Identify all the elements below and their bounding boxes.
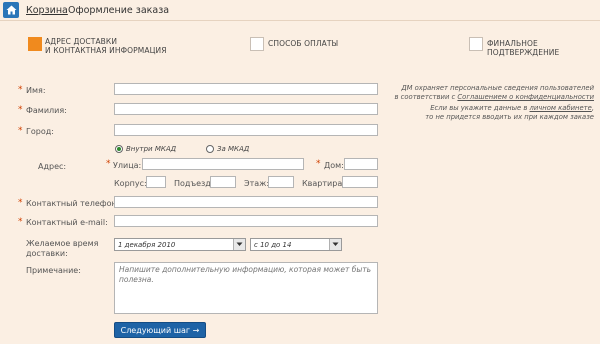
surname-label: Фамилия: (26, 106, 67, 115)
phone-label: Контактный телефон: (26, 199, 120, 208)
required-mark: * (106, 159, 111, 169)
cabinet-note-line1: Если вы укажите данные в личном кабинете… (384, 104, 594, 113)
step-1-line1: АДРЕС ДОСТАВКИ (45, 37, 118, 46)
floor-label: Этаж: (244, 179, 270, 188)
cabinet-note: Если вы укажите данные в личном кабинете… (384, 104, 594, 122)
cabinet-note-text: Если вы укажите данные в (430, 104, 530, 112)
entrance-label: Подъезд: (174, 179, 214, 188)
step-1-line2: И КОНТАКТНАЯ ИНФОРМАЦИЯ (45, 46, 167, 55)
privacy-note-line2: в соответствии с Соглашением о конфиденц… (384, 93, 595, 102)
privacy-agreement-link[interactable]: Соглашением о конфиденциальности (457, 93, 594, 101)
building-label: Корпус: (114, 179, 147, 188)
time-select-value: с 10 до 14 (254, 241, 292, 249)
privacy-note-line1: ДМ охраняет персональные сведения пользо… (401, 84, 594, 92)
house-input[interactable] (344, 158, 378, 170)
city-input[interactable] (114, 124, 378, 136)
city-label: Город: (26, 127, 54, 136)
step-2-indicator (250, 37, 264, 51)
outside-mkad-label: За МКАД (217, 145, 250, 153)
date-select[interactable]: 1 декабря 2010 (114, 238, 246, 251)
time-label-line2: доставки: (26, 249, 68, 258)
time-label-line1: Желаемое время (26, 239, 99, 248)
email-input[interactable] (114, 215, 378, 227)
house-label: Дом: (324, 161, 344, 170)
building-input[interactable] (146, 176, 166, 188)
name-input[interactable] (114, 83, 378, 95)
cabinet-note-comma: , (591, 104, 594, 112)
comment-textarea[interactable] (114, 262, 378, 314)
chevron-down-icon (233, 239, 245, 250)
step-2-label: СПОСОБ ОПЛАТЫ (268, 39, 339, 48)
required-mark: * (18, 105, 23, 115)
date-select-value: 1 декабря 2010 (118, 241, 176, 249)
privacy-note: ДМ охраняет персональные сведения пользо… (384, 84, 595, 102)
step-3-indicator (469, 37, 483, 51)
chevron-down-icon (329, 239, 341, 250)
breadcrumb-cart-link[interactable]: Корзина (26, 5, 68, 16)
entrance-input[interactable] (210, 176, 236, 188)
radio-inside-mkad[interactable] (115, 145, 123, 153)
home-button[interactable] (3, 2, 19, 18)
phone-input[interactable] (114, 196, 378, 208)
breadcrumb-current: Оформление заказа (68, 5, 170, 16)
name-label: Имя: (26, 86, 46, 95)
required-mark: * (316, 159, 321, 169)
required-mark: * (18, 217, 23, 227)
required-mark: * (18, 85, 23, 95)
street-label: Улица: (113, 161, 142, 170)
surname-input[interactable] (114, 103, 378, 115)
time-select[interactable]: с 10 до 14 (250, 238, 342, 251)
cabinet-note-line2: то не придется вводить их при каждом зак… (425, 113, 594, 121)
header-divider (0, 20, 600, 21)
floor-input[interactable] (268, 176, 294, 188)
step-1-label: АДРЕС ДОСТАВКИ И КОНТАКТНАЯ ИНФОРМАЦИЯ (45, 37, 167, 55)
step-1-indicator (28, 37, 42, 51)
radio-selected-dot (117, 147, 121, 151)
next-step-button[interactable]: Следующий шаг → (114, 322, 206, 338)
radio-outside-mkad[interactable] (206, 145, 214, 153)
personal-cabinet-link[interactable]: личном кабинете (530, 104, 592, 112)
email-label: Контактный e-mail: (26, 218, 108, 227)
apartment-label: Квартира: (302, 179, 345, 188)
step-3-label: ФИНАЛЬНОЕ ПОДТВЕРЖДЕНИЕ (487, 39, 560, 57)
home-icon (6, 5, 16, 15)
inside-mkad-label: Внутри МКАД (126, 145, 177, 153)
privacy-note-text: в соответствии с (394, 93, 458, 101)
required-mark: * (18, 126, 23, 136)
address-label: Адрес: (38, 162, 67, 171)
required-mark: * (18, 198, 23, 208)
comment-label: Примечание: (26, 266, 81, 275)
apartment-input[interactable] (342, 176, 378, 188)
street-input[interactable] (142, 158, 304, 170)
